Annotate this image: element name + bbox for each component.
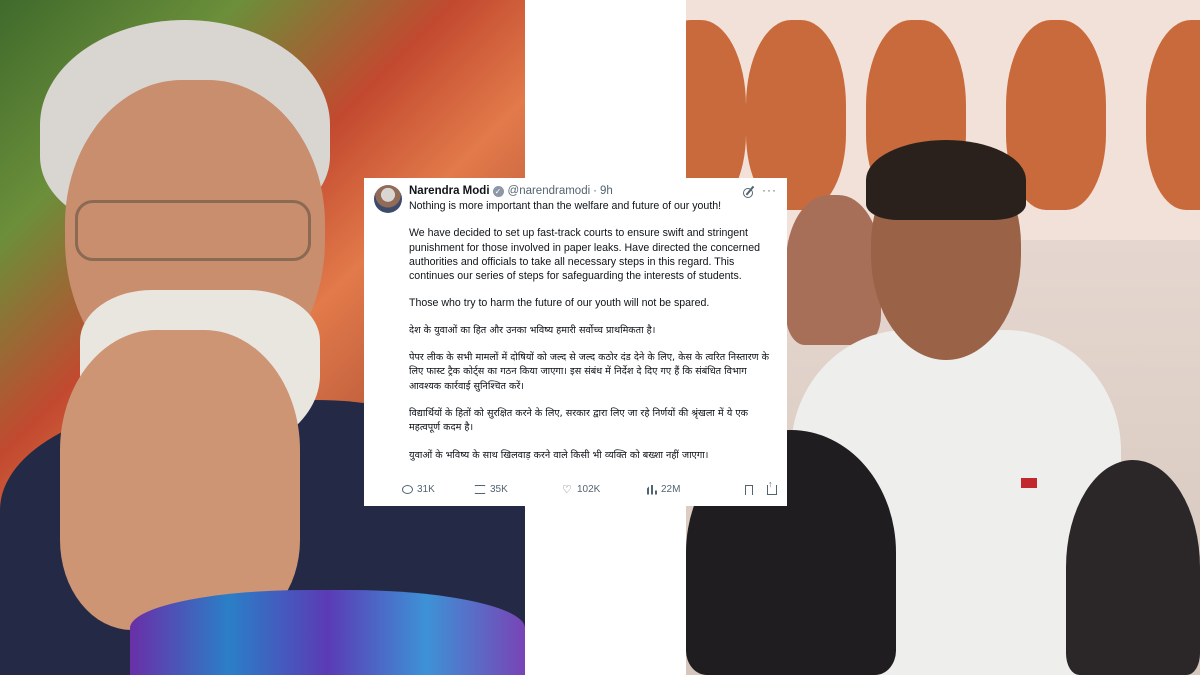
photo-hand — [60, 330, 300, 630]
tweet-paragraph: We have decided to set up fast-track cou… — [409, 227, 760, 283]
bookmark-icon[interactable] — [745, 484, 753, 495]
photo-background-person — [786, 195, 881, 345]
cockroach-figure — [1146, 20, 1200, 210]
reply-button[interactable]: 31K — [402, 484, 474, 495]
share-icon[interactable] — [767, 479, 777, 495]
author-line: Narendra Modi ✓ @narendramodi · 9h — [409, 185, 777, 198]
tweet-paragraph: Those who try to harm the future of our … — [409, 297, 710, 310]
repost-icon — [474, 485, 486, 494]
tweet-end-actions — [745, 479, 777, 495]
author-handle[interactable]: @narendramodi — [508, 185, 591, 198]
photo-foreground-head — [1066, 460, 1200, 675]
photo-flowers — [130, 590, 525, 675]
tweet-paragraph-hindi: देश के युवाओं का हित और उनका भविष्य हमार… — [409, 324, 656, 336]
tweet-paragraph-hindi: विद्यार्थियों के हितों को सुरक्षित करने … — [409, 407, 748, 434]
more-icon[interactable]: ··· — [762, 183, 777, 197]
tweet-time[interactable]: 9h — [600, 185, 613, 198]
shirt-logo — [1021, 478, 1037, 488]
repost-button[interactable]: 35K — [474, 484, 562, 495]
author-name[interactable]: Narendra Modi — [409, 185, 490, 198]
grok-icon[interactable] — [743, 188, 753, 198]
photo-glasses — [75, 200, 311, 261]
reply-count: 31K — [417, 484, 435, 495]
tweet-actions: 31K 35K ♡ 102K 22M — [402, 479, 777, 495]
repost-count: 35K — [490, 484, 508, 495]
tweet-header-main: Narendra Modi ✓ @narendramodi · 9h — [409, 185, 777, 198]
photo-smiling-man-hair — [866, 140, 1026, 220]
like-button[interactable]: ♡ 102K — [562, 484, 647, 495]
views-icon — [647, 484, 657, 495]
reply-icon — [402, 485, 413, 494]
avatar[interactable] — [374, 185, 402, 213]
verified-badge-icon: ✓ — [492, 186, 504, 197]
views-count: 22M — [661, 484, 681, 495]
tweet-header: Narendra Modi ✓ @narendramodi · 9h ··· — [374, 183, 777, 213]
like-count: 102K — [577, 484, 601, 495]
separator-dot: · — [593, 185, 597, 197]
tweet-body: Nothing is more important than the welfa… — [409, 199, 777, 463]
tweet-card: Narendra Modi ✓ @narendramodi · 9h ··· N… — [364, 178, 787, 506]
views-button[interactable]: 22M — [647, 484, 729, 495]
tweet-paragraph-hindi: युवाओं के भविष्य के साथ खिलवाड़ करने वाल… — [409, 449, 709, 461]
tweet-paragraph-hindi: पेपर लीक के सभी मामलों में दोषियों को जल… — [409, 352, 770, 392]
like-icon: ♡ — [562, 483, 572, 496]
